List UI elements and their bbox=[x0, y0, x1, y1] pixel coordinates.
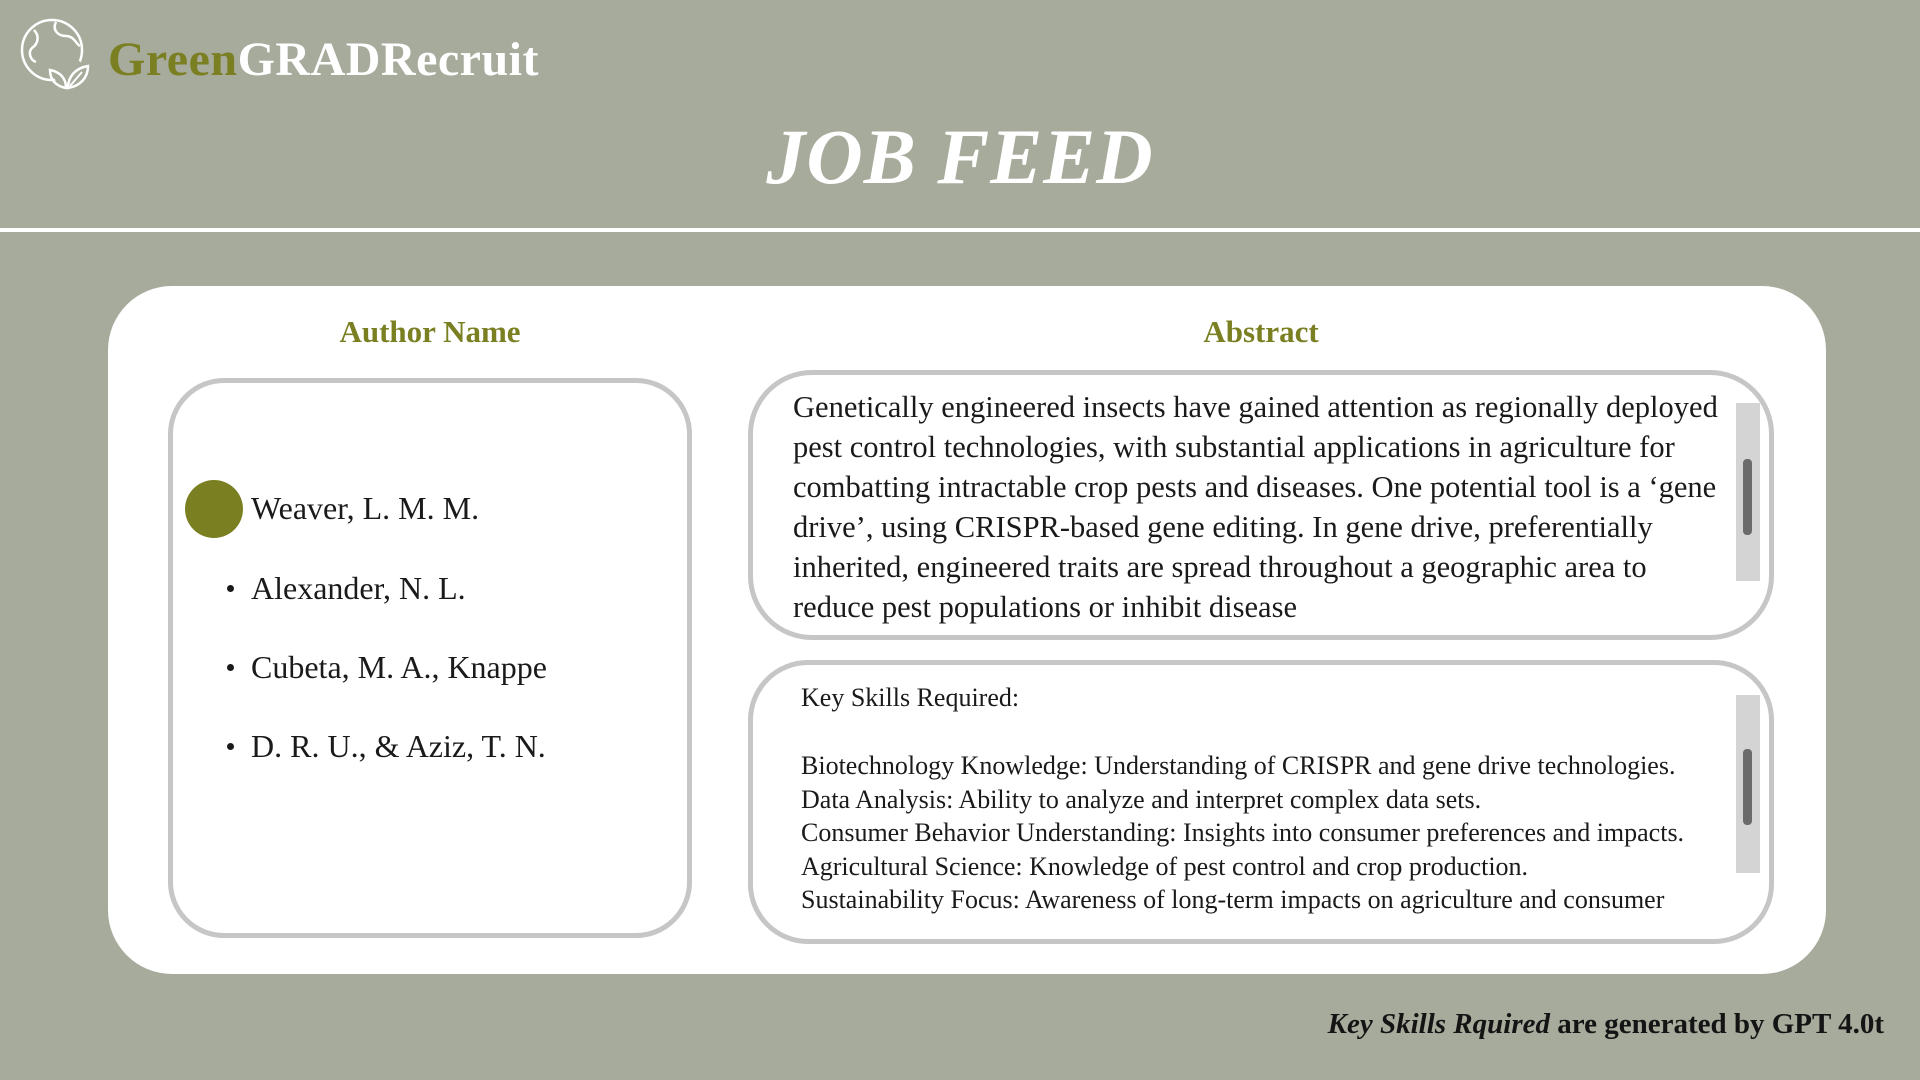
selected-indicator bbox=[185, 480, 243, 538]
skill-item: Consumer Behavior Understanding: Insight… bbox=[801, 818, 1685, 847]
author-item-weaver[interactable]: Weaver, L. M. M. bbox=[173, 480, 693, 538]
key-skills-panel[interactable]: Key Skills Required: Biotechnology Knowl… bbox=[748, 660, 1774, 944]
header-divider bbox=[0, 228, 1920, 232]
bullet bbox=[227, 585, 234, 592]
skills-scroll-thumb[interactable] bbox=[1743, 749, 1752, 825]
skill-item: Biotechnology Knowledge: Understanding o… bbox=[801, 751, 1676, 780]
author-name-header: Author Name bbox=[339, 314, 521, 349]
author-name: Weaver, L. M. M. bbox=[251, 490, 480, 526]
author-name: D. R. U., & Aziz, T. N. bbox=[251, 728, 546, 764]
gpt-footnote: Key Skills Rquired are generated by GPT … bbox=[1328, 1010, 1884, 1039]
abstract-scroll-thumb[interactable] bbox=[1743, 459, 1752, 535]
bullet bbox=[227, 743, 234, 750]
author-item-cubeta[interactable]: Cubeta, M. A., Knappe bbox=[173, 642, 693, 692]
brand-part-green: Green bbox=[108, 33, 238, 86]
abstract-panel[interactable]: Genetically engineered insects have gain… bbox=[748, 370, 1774, 640]
abstract-scrollbar[interactable] bbox=[1736, 403, 1760, 581]
globe-leaf-icon bbox=[20, 18, 90, 90]
skill-item: Sustainability Focus: Awareness of long-… bbox=[801, 885, 1665, 914]
job-feed-card: Author Name Abstract Weaver, L. M. M. Al… bbox=[108, 286, 1826, 974]
author-item-alexander[interactable]: Alexander, N. L. bbox=[173, 563, 693, 613]
key-skills-title: Key Skills Required: bbox=[801, 683, 1020, 712]
skill-item: Data Analysis: Ability to analyze and in… bbox=[801, 784, 1482, 814]
key-skills-list: Biotechnology Knowledge: Understanding o… bbox=[801, 749, 1741, 917]
author-name: Alexander, N. L. bbox=[251, 570, 466, 606]
footnote-text: are generated by GPT 4.0t bbox=[1550, 1008, 1884, 1040]
brand-part-grad: GRADRecruit bbox=[237, 33, 539, 86]
author-name: Cubeta, M. A., Knappe bbox=[251, 649, 547, 685]
footnote-emphasis: Key Skills Rquired bbox=[1327, 1008, 1550, 1040]
abstract-text: Genetically engineered insects have gain… bbox=[793, 390, 1718, 624]
brand-logo-text[interactable]: GreenGRADRecruit bbox=[108, 36, 539, 84]
bullet bbox=[227, 664, 234, 671]
skills-scrollbar[interactable] bbox=[1736, 695, 1760, 873]
author-item-aziz[interactable]: D. R. U., & Aziz, T. N. bbox=[173, 721, 693, 771]
author-list: Weaver, L. M. M. Alexander, N. L. Cubeta… bbox=[168, 378, 692, 938]
skill-item: Agricultural Science: Knowledge of pest … bbox=[801, 851, 1529, 881]
page-title: JOB FEED bbox=[766, 113, 1154, 200]
abstract-header: Abstract bbox=[1203, 314, 1319, 349]
